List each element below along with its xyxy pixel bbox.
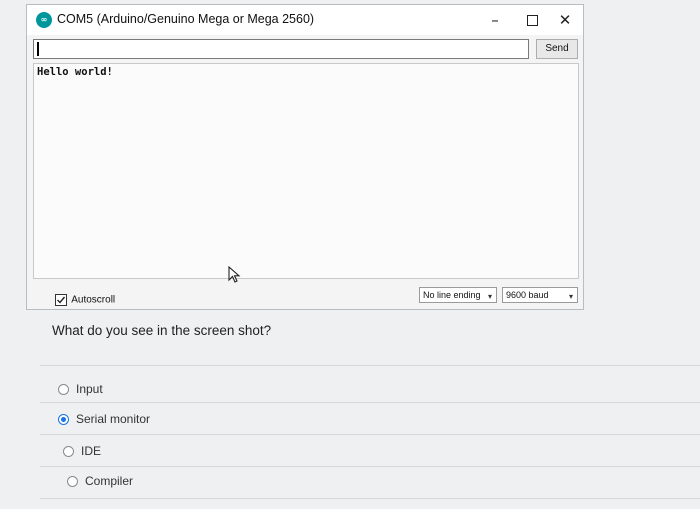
maximize-icon [526, 15, 538, 26]
line-ending-value: No line ending [423, 290, 481, 300]
maximize-button[interactable] [517, 9, 547, 31]
option-serial-monitor[interactable]: Serial monitor [58, 412, 150, 426]
option-compiler[interactable]: Compiler [67, 474, 133, 488]
autoscroll-checkbox[interactable]: Autoscroll [55, 294, 115, 306]
serial-output-area[interactable]: Hello world! [33, 63, 579, 279]
close-button[interactable]: ✕ [550, 9, 580, 31]
baud-rate-select[interactable]: 9600 baud ▾ [502, 287, 578, 303]
title-bar[interactable]: ∞ COM5 (Arduino/Genuino Mega or Mega 256… [27, 5, 583, 35]
divider [40, 434, 700, 435]
option-input[interactable]: Input [58, 382, 103, 396]
output-line: Hello world! [37, 66, 113, 78]
baud-rate-value: 9600 baud [506, 290, 549, 300]
radio-unselected-icon [63, 446, 74, 457]
radio-selected-icon [58, 414, 69, 425]
mouse-pointer-icon [228, 266, 241, 283]
serial-monitor-window: ∞ COM5 (Arduino/Genuino Mega or Mega 256… [26, 4, 584, 310]
autoscroll-label: Autoscroll [71, 294, 116, 306]
chevron-down-icon: ▾ [568, 292, 573, 301]
question-text: What do you see in the screen shot? [52, 323, 272, 338]
minimize-button[interactable]: – [480, 9, 510, 31]
option-label: Serial monitor [76, 412, 151, 426]
divider [40, 498, 700, 499]
text-caret [37, 42, 39, 56]
divider [40, 402, 700, 403]
divider [40, 466, 700, 467]
line-ending-select[interactable]: No line ending ▾ [419, 287, 497, 303]
serial-options-bar: Autoscroll No line ending ▾ 9600 baud ▾ [27, 283, 583, 309]
send-button[interactable]: Send [536, 39, 578, 59]
option-ide[interactable]: IDE [63, 444, 101, 458]
serial-input-field[interactable] [33, 39, 529, 59]
window-title: COM5 (Arduino/Genuino Mega or Mega 2560) [57, 12, 315, 26]
radio-unselected-icon [58, 384, 69, 395]
chevron-down-icon: ▾ [487, 292, 492, 301]
option-label: IDE [81, 444, 102, 458]
checkbox-checked-icon [55, 294, 67, 306]
arduino-logo-icon: ∞ [36, 12, 52, 28]
option-label: Input [76, 382, 103, 396]
radio-unselected-icon [67, 476, 78, 487]
divider [40, 365, 700, 366]
option-label: Compiler [85, 474, 134, 488]
